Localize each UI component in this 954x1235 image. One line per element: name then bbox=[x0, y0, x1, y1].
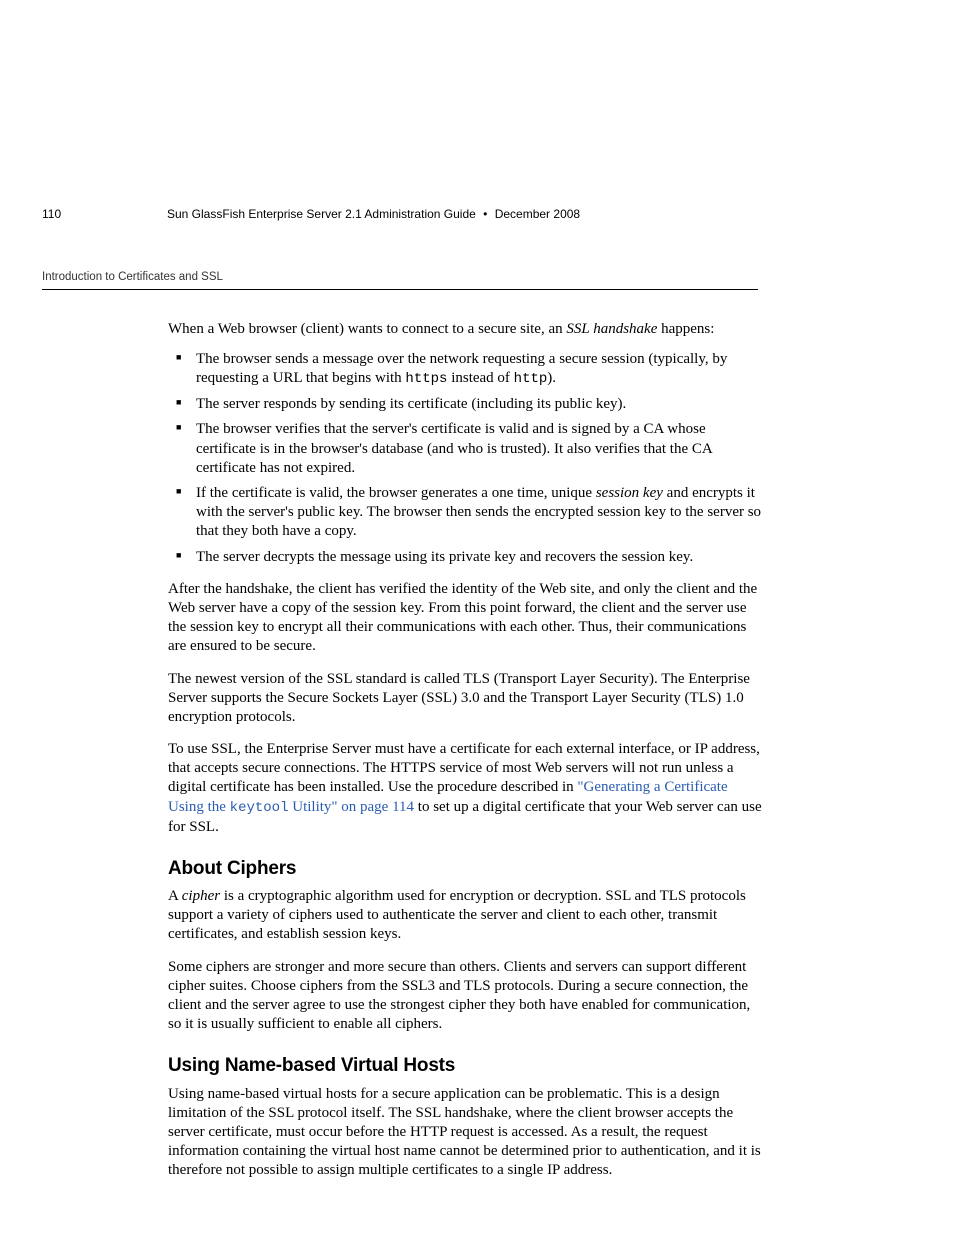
list-item: If the certificate is valid, the browser… bbox=[168, 484, 764, 542]
link-text: Utility" on page 114 bbox=[288, 799, 414, 815]
paragraph: Using name-based virtual hosts for a sec… bbox=[168, 1085, 764, 1181]
handshake-list: The browser sends a message over the net… bbox=[168, 350, 764, 567]
text: Using name-based virtual hosts for a sec… bbox=[168, 1086, 761, 1179]
text: The server decrypts the message using it… bbox=[196, 549, 693, 565]
text-italic: session key bbox=[596, 485, 663, 501]
code: http bbox=[514, 371, 548, 387]
footer-doc-title: Sun GlassFish Enterprise Server 2.1 Admi… bbox=[167, 207, 580, 221]
text: After the handshake, the client has veri… bbox=[168, 581, 757, 655]
text-italic: cipher bbox=[182, 888, 220, 904]
text: ). bbox=[547, 370, 556, 386]
paragraph: The newest version of the SSL standard i… bbox=[168, 670, 764, 728]
list-item: The server decrypts the message using it… bbox=[168, 548, 764, 567]
list-item: The server responds by sending its certi… bbox=[168, 395, 764, 414]
paragraph: To use SSL, the Enterprise Server must h… bbox=[168, 740, 764, 837]
code: https bbox=[405, 371, 447, 387]
page-footer: 110Sun GlassFish Enterprise Server 2.1 A… bbox=[42, 207, 912, 221]
running-header: Introduction to Certificates and SSL bbox=[42, 271, 758, 290]
footer-date: December 2008 bbox=[495, 207, 580, 221]
page-number: 110 bbox=[42, 207, 167, 221]
text-italic: SSL handshake bbox=[566, 321, 657, 337]
paragraph: After the handshake, the client has veri… bbox=[168, 580, 764, 657]
paragraph: A cipher is a cryptographic algorithm us… bbox=[168, 887, 764, 945]
text: When a Web browser (client) wants to con… bbox=[168, 321, 566, 337]
paragraph: Some ciphers are stronger and more secur… bbox=[168, 958, 764, 1035]
list-item: The browser sends a message over the net… bbox=[168, 350, 764, 389]
text: instead of bbox=[447, 370, 513, 386]
text: Some ciphers are stronger and more secur… bbox=[168, 959, 750, 1033]
text: happens: bbox=[657, 321, 714, 337]
text: If the certificate is valid, the browser… bbox=[196, 485, 596, 501]
separator: • bbox=[483, 207, 487, 221]
heading-about-ciphers: About Ciphers bbox=[168, 857, 764, 881]
link-code: keytool bbox=[230, 800, 289, 816]
text: is a cryptographic algorithm used for en… bbox=[168, 888, 746, 942]
text: The browser verifies that the server's c… bbox=[196, 421, 712, 475]
page-content: When a Web browser (client) wants to con… bbox=[168, 320, 764, 1181]
heading-virtual-hosts: Using Name-based Virtual Hosts bbox=[168, 1054, 764, 1078]
text: A bbox=[168, 888, 182, 904]
text: The server responds by sending its certi… bbox=[196, 396, 626, 412]
intro-paragraph: When a Web browser (client) wants to con… bbox=[168, 320, 764, 339]
text: The newest version of the SSL standard i… bbox=[168, 671, 750, 725]
list-item: The browser verifies that the server's c… bbox=[168, 420, 764, 478]
text: Sun GlassFish Enterprise Server 2.1 Admi… bbox=[167, 207, 476, 221]
running-header-text: Introduction to Certificates and SSL bbox=[42, 271, 223, 283]
